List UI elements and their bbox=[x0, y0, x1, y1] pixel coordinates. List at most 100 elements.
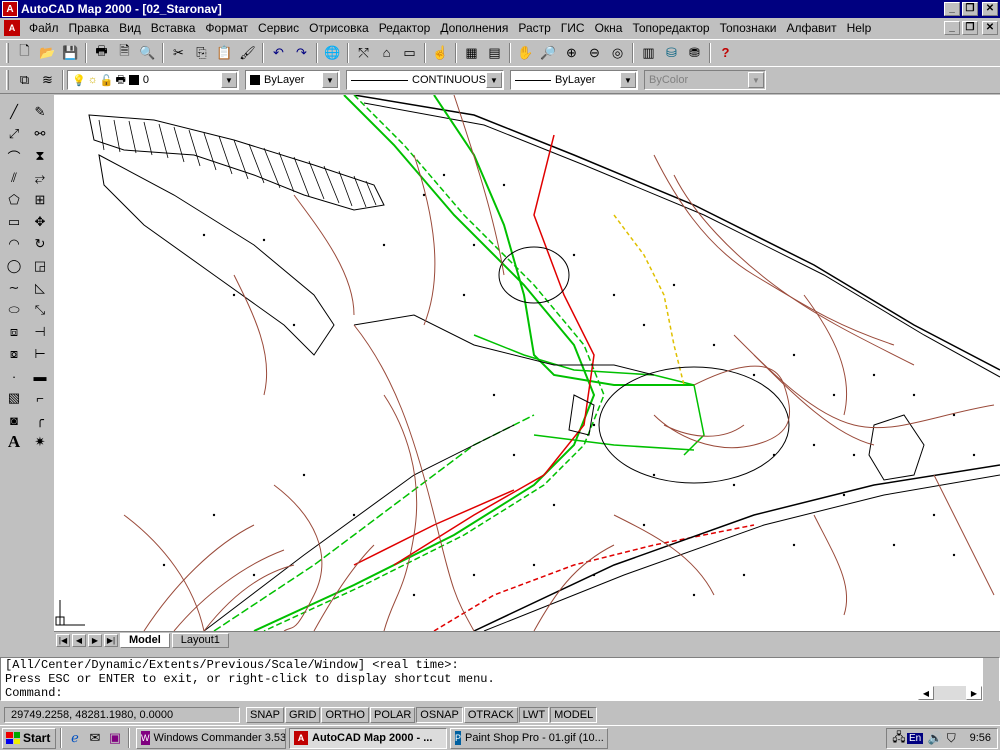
clock[interactable]: 9:56 bbox=[970, 732, 991, 744]
chevron-down-icon[interactable]: ▼ bbox=[620, 72, 636, 88]
help-icon[interactable]: ? bbox=[714, 42, 737, 64]
task-windows-commander[interactable]: W Windows Commander 3.53... bbox=[136, 727, 286, 749]
new-file-icon[interactable]: 🗋 bbox=[13, 42, 36, 64]
menu-raster[interactable]: Растр bbox=[513, 21, 555, 35]
undo-icon[interactable]: ↶ bbox=[267, 42, 290, 64]
hatch-icon[interactable]: ▧ bbox=[1, 387, 27, 409]
desktop-icon[interactable]: ▣ bbox=[105, 728, 125, 748]
menu-tools[interactable]: Сервис bbox=[253, 21, 304, 35]
construction-line-icon[interactable]: ⤢ bbox=[1, 123, 27, 145]
properties-icon[interactable]: ☝ bbox=[429, 42, 452, 64]
polar-toggle[interactable]: POLAR bbox=[370, 707, 416, 723]
menu-view[interactable]: Вид bbox=[114, 21, 146, 35]
trim-icon[interactable]: ⊣ bbox=[27, 321, 53, 343]
lineweight-dropdown[interactable]: ByLayer ▼ bbox=[510, 70, 638, 90]
save-icon[interactable]: 💾 bbox=[59, 42, 82, 64]
network-icon[interactable]: 🖧 bbox=[891, 728, 907, 749]
layers-icon[interactable]: ≋ bbox=[36, 69, 59, 91]
menu-modify[interactable]: Редактор bbox=[374, 21, 436, 35]
toolbar-grip[interactable] bbox=[6, 70, 9, 90]
cut-icon[interactable]: ✂ bbox=[167, 42, 190, 64]
prev-tab-icon[interactable]: ◀ bbox=[72, 633, 86, 647]
antivirus-icon[interactable]: ⛉ bbox=[943, 731, 959, 746]
find-icon[interactable]: 🔍 bbox=[136, 42, 159, 64]
extend-icon[interactable]: ⊢ bbox=[27, 343, 53, 365]
tab-layout1[interactable]: Layout1 bbox=[171, 632, 229, 648]
ucs-icon[interactable]: ⌂ bbox=[375, 42, 398, 64]
mirror-icon[interactable]: ⧗ bbox=[27, 145, 53, 167]
command-scrollbar[interactable] bbox=[983, 658, 999, 702]
database-connect-icon[interactable]: ⛃ bbox=[683, 42, 706, 64]
explode-icon[interactable]: ✷ bbox=[27, 431, 53, 453]
zoom-previous-icon[interactable]: ⊖ bbox=[583, 42, 606, 64]
offset-icon[interactable]: ⥂ bbox=[27, 167, 53, 189]
grid-toggle[interactable]: GRID bbox=[284, 707, 321, 723]
menu-format[interactable]: Формат bbox=[200, 21, 253, 35]
coordinate-readout[interactable]: 29749.2258, 48281.1980, 0.0000 bbox=[4, 707, 240, 723]
point-icon[interactable]: · bbox=[1, 365, 27, 387]
snap-toggle[interactable]: SNAP bbox=[246, 707, 284, 723]
ortho-toggle[interactable]: ORTHO bbox=[321, 707, 369, 723]
print-icon[interactable]: 🖶 bbox=[90, 42, 113, 64]
print-preview-icon[interactable]: 🗎 bbox=[113, 42, 136, 64]
model-toggle[interactable]: MODEL bbox=[550, 707, 598, 723]
menu-help[interactable]: Help bbox=[842, 21, 877, 35]
last-tab-icon[interactable]: ▶| bbox=[104, 633, 118, 647]
break-icon[interactable]: ▬ bbox=[27, 365, 53, 387]
text-icon[interactable]: A bbox=[1, 431, 27, 453]
menu-express[interactable]: Дополнения bbox=[435, 21, 513, 35]
menu-topo-signs[interactable]: Топознаки bbox=[715, 21, 782, 35]
menu-gis[interactable]: ГИС bbox=[556, 21, 590, 35]
topographic-map-drawing[interactable] bbox=[54, 95, 1000, 631]
outlook-express-icon[interactable]: ✉ bbox=[85, 728, 105, 748]
zoom-realtime-icon[interactable]: 🔎 bbox=[537, 42, 560, 64]
array-icon[interactable]: ⊞ bbox=[27, 189, 53, 211]
doc-minimize-button[interactable]: _ bbox=[944, 21, 960, 35]
menu-file[interactable]: Файл bbox=[24, 21, 64, 35]
spline-icon[interactable]: ∼ bbox=[1, 277, 27, 299]
open-folder-icon[interactable]: 📂 bbox=[36, 42, 59, 64]
make-block-icon[interactable]: ⧇ bbox=[1, 343, 27, 365]
pan-icon[interactable]: ✋ bbox=[514, 42, 537, 64]
internet-explorer-icon[interactable]: ℯ bbox=[65, 728, 85, 748]
task-paint-shop-pro[interactable]: P Paint Shop Pro - 01.gif (10... bbox=[450, 727, 608, 749]
database-icon[interactable]: ⛁ bbox=[660, 42, 683, 64]
command-prompt[interactable]: Command: bbox=[5, 686, 999, 700]
chamfer-icon[interactable]: ⌐ bbox=[27, 387, 53, 409]
color-dropdown[interactable]: ByLayer ▼ bbox=[245, 70, 340, 90]
paste-icon[interactable]: 📋 bbox=[213, 42, 236, 64]
autocad-logo-icon[interactable]: A bbox=[2, 1, 18, 17]
document-icon[interactable]: A bbox=[4, 20, 20, 36]
toolbar-grip[interactable] bbox=[6, 42, 9, 63]
redo-icon[interactable]: ↷ bbox=[290, 42, 313, 64]
task-autocad[interactable]: A AutoCAD Map 2000 - ... bbox=[289, 727, 447, 749]
arc-icon[interactable]: ◠ bbox=[1, 233, 27, 255]
linetype-dropdown[interactable]: CONTINUOUS ▼ bbox=[346, 70, 504, 90]
language-indicator[interactable]: En bbox=[907, 732, 924, 744]
menu-draw[interactable]: Отрисовка bbox=[304, 21, 374, 35]
close-button[interactable]: ✕ bbox=[982, 2, 998, 16]
scale-icon[interactable]: ◲ bbox=[27, 255, 53, 277]
copy-icon[interactable]: ⎘ bbox=[190, 42, 213, 64]
layers-dialog-icon[interactable]: ▤ bbox=[483, 42, 506, 64]
chevron-down-icon[interactable]: ▼ bbox=[322, 72, 338, 88]
design-center-icon[interactable]: ▦ bbox=[460, 42, 483, 64]
start-button[interactable]: Start bbox=[2, 727, 56, 749]
zoom-window-icon[interactable]: ⊕ bbox=[560, 42, 583, 64]
rectangle-icon[interactable]: ▭ bbox=[1, 211, 27, 233]
minimize-button[interactable]: _ bbox=[944, 2, 960, 16]
command-horizontal-scroll[interactable]: ◀ ▶ bbox=[918, 686, 982, 700]
menu-topo-editor[interactable]: Топоредактор bbox=[627, 21, 714, 35]
doc-close-button[interactable]: ✕ bbox=[982, 21, 998, 35]
polygon-icon[interactable]: ⬠ bbox=[1, 189, 27, 211]
menu-edit[interactable]: Правка bbox=[64, 21, 115, 35]
circle-icon[interactable]: ◯ bbox=[1, 255, 27, 277]
distance-icon[interactable]: ▭ bbox=[398, 42, 421, 64]
doc-restore-button[interactable]: ❐ bbox=[962, 21, 978, 35]
fillet-icon[interactable]: ╭ bbox=[27, 409, 53, 431]
title-bar[interactable]: A AutoCAD Map 2000 - [02_Staronav] _ ❐ ✕ bbox=[0, 0, 1000, 18]
restore-button[interactable]: ❐ bbox=[962, 2, 978, 16]
first-tab-icon[interactable]: |◀ bbox=[56, 633, 70, 647]
polyline-icon[interactable]: ⌒ bbox=[1, 145, 27, 167]
chevron-down-icon[interactable]: ▼ bbox=[221, 72, 237, 88]
